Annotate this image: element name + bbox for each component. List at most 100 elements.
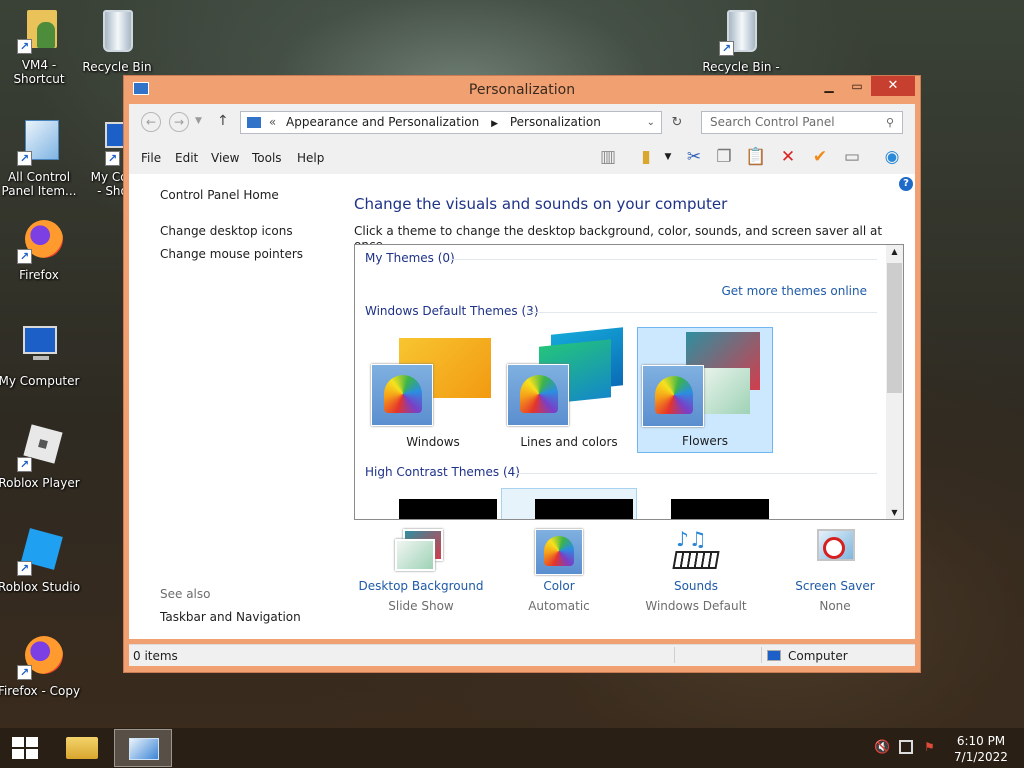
recent-locations-dropdown[interactable]: ▼ (195, 116, 202, 126)
folder-user-icon: ↗ (15, 6, 63, 54)
personalization-window: Personalization ▁ ▭ ✕ ← → ▼ ↑ « Appearan… (123, 75, 921, 673)
clock[interactable]: 6:10 PM 7/1/2022 (946, 733, 1016, 765)
menu-help[interactable]: Help (297, 151, 324, 165)
menu-tools[interactable]: Tools (252, 151, 282, 165)
get-more-themes-link[interactable]: Get more themes online (721, 284, 867, 298)
screen-saver-icon (809, 529, 861, 573)
taskbar-file-explorer[interactable] (58, 728, 108, 768)
content-area: ? Control Panel Home Change desktop icon… (129, 174, 915, 639)
computer-icon (767, 650, 781, 661)
address-box[interactable]: « Appearance and Personalization ▶ Perso… (240, 111, 662, 134)
roblox-studio-icon: ↗ (15, 528, 63, 576)
title-bar[interactable]: Personalization ▁ ▭ ✕ (124, 76, 920, 104)
firefox-icon: ↗ (15, 632, 63, 680)
clock-time: 6:10 PM (956, 734, 1006, 748)
taskbar-navigation-link[interactable]: Taskbar and Navigation (160, 610, 301, 624)
menu-edit[interactable]: Edit (175, 151, 198, 165)
start-button[interactable] (0, 728, 50, 768)
firefox-icon: ↗ (15, 216, 63, 264)
address-dropdown-icon[interactable]: ⌄ (647, 112, 655, 133)
status-divider (674, 647, 675, 663)
cut-icon[interactable]: ✂ (683, 146, 705, 168)
page-heading: Change the visuals and sounds on your co… (354, 195, 728, 213)
sounds-icon: ♪♫ (670, 527, 722, 573)
theme-windows[interactable]: Windows (365, 327, 501, 453)
desktop-icon-vm4[interactable]: ↗ VM4 - Shortcut (0, 6, 82, 86)
desktop-icon-recycle-bin[interactable]: Recycle Bin (74, 8, 160, 74)
dropdown-arrow-icon[interactable]: ▼ (657, 146, 679, 168)
search-input[interactable]: Search Control Panel ⚲ (701, 111, 903, 134)
help-icon[interactable]: ? (899, 177, 913, 191)
themes-list: My Themes (0) Get more themes online Win… (354, 244, 904, 520)
desktop-icon-my-computer[interactable]: My Computer (0, 322, 82, 388)
maximize-button[interactable]: ▭ (843, 76, 871, 96)
recycle-bin-icon: ↗ (717, 8, 765, 56)
up-button[interactable]: ↑ (217, 113, 229, 129)
color-setting[interactable]: Color Automatic (494, 529, 624, 613)
close-button[interactable]: ✕ (871, 76, 915, 96)
sounds-setting[interactable]: ♪♫ Sounds Windows Default (631, 527, 761, 613)
change-desktop-icons-link[interactable]: Change desktop icons (160, 224, 293, 238)
screen-saver-setting[interactable]: Screen Saver None (770, 529, 900, 613)
taskbar: 🔇 ⚑ 6:10 PM 7/1/2022 (0, 728, 1024, 768)
action-center-icon[interactable]: ⚑ (924, 740, 935, 754)
desktop-background-icon (395, 529, 447, 573)
delete-icon[interactable]: ✕ (777, 146, 799, 168)
back-button[interactable]: ← (141, 112, 161, 132)
network-icon[interactable] (899, 740, 913, 754)
control-panel-home-link[interactable]: Control Panel Home (160, 188, 279, 202)
theme-high-contrast-1[interactable] (399, 499, 497, 519)
status-bar: 0 items Computer (129, 644, 915, 666)
recycle-bin-icon (93, 8, 141, 56)
theme-high-contrast-3[interactable] (671, 499, 769, 519)
control-panel-icon (247, 117, 261, 128)
windows-logo-icon (12, 737, 38, 759)
theme-lines-and-colors[interactable]: Lines and colors (501, 327, 637, 453)
window-title: Personalization (468, 82, 576, 98)
themes-scrollbar[interactable]: ▲ ▼ (886, 245, 903, 519)
forward-button[interactable]: → (169, 112, 189, 132)
divider (449, 259, 877, 260)
globe-icon[interactable]: ◉ (881, 146, 903, 168)
breadcrumb-prefix: « (268, 115, 277, 129)
desktop-background-setting[interactable]: Desktop Background Slide Show (356, 529, 486, 613)
see-also-label: See also (160, 587, 211, 601)
control-panel-icon (129, 738, 159, 760)
change-mouse-pointers-link[interactable]: Change mouse pointers (160, 247, 303, 261)
theme-wallpaper-preview (704, 368, 750, 414)
preview-pane-icon[interactable]: ▥ (597, 146, 619, 168)
desktop-icon-roblox-studio[interactable]: ↗ Roblox Studio (0, 528, 82, 594)
breadcrumb-item[interactable]: Personalization (510, 115, 601, 129)
minimize-button[interactable]: ▁ (815, 76, 843, 96)
scroll-down-icon[interactable]: ▼ (886, 508, 903, 517)
breadcrumb-separator-icon: ▶ (491, 119, 498, 129)
desktop-icon-firefox[interactable]: ↗ Firefox (0, 216, 82, 282)
refresh-button[interactable]: ↻ (665, 111, 689, 134)
desktop-icon-recycle-bin-shortcut[interactable]: ↗ Recycle Bin - (698, 8, 784, 74)
breadcrumb-item[interactable]: Appearance and Personalization (286, 115, 479, 129)
clock-date: 7/1/2022 (954, 750, 1008, 764)
default-themes-group-label: Windows Default Themes (3) (365, 304, 539, 318)
copy-icon[interactable]: ❐ (713, 146, 735, 168)
roblox-player-icon: ↗ (15, 424, 63, 472)
scrollbar-thumb[interactable] (887, 263, 902, 393)
menu-view[interactable]: View (211, 151, 239, 165)
paste-icon[interactable]: 📋 (745, 146, 767, 168)
rename-icon[interactable]: ▭ (841, 146, 863, 168)
desktop-icon-firefox-copy[interactable]: ↗ Firefox - Copy (0, 632, 82, 698)
desktop-icon-roblox-player[interactable]: ↗ Roblox Player (0, 424, 82, 490)
volume-muted-icon[interactable]: 🔇 (874, 740, 890, 755)
search-icon: ⚲ (885, 116, 894, 129)
taskbar-control-panel[interactable] (114, 729, 172, 767)
scroll-up-icon[interactable]: ▲ (886, 247, 903, 256)
menu-toolbar: File Edit View Tools Help ▥ ▮ ▼ ✂ ❐ 📋 ✕ … (129, 140, 915, 174)
color-palette-icon (535, 529, 583, 575)
status-divider (761, 647, 762, 663)
folders-icon[interactable]: ▮ (635, 146, 657, 168)
theme-flowers[interactable]: Flowers (637, 327, 773, 453)
theme-high-contrast-2[interactable] (501, 488, 637, 519)
menu-file[interactable]: File (141, 151, 161, 165)
desktop-icon-control-panel[interactable]: ↗ All Control Panel Item... (0, 118, 82, 198)
properties-check-icon[interactable]: ✔ (809, 146, 831, 168)
divider (527, 312, 877, 313)
